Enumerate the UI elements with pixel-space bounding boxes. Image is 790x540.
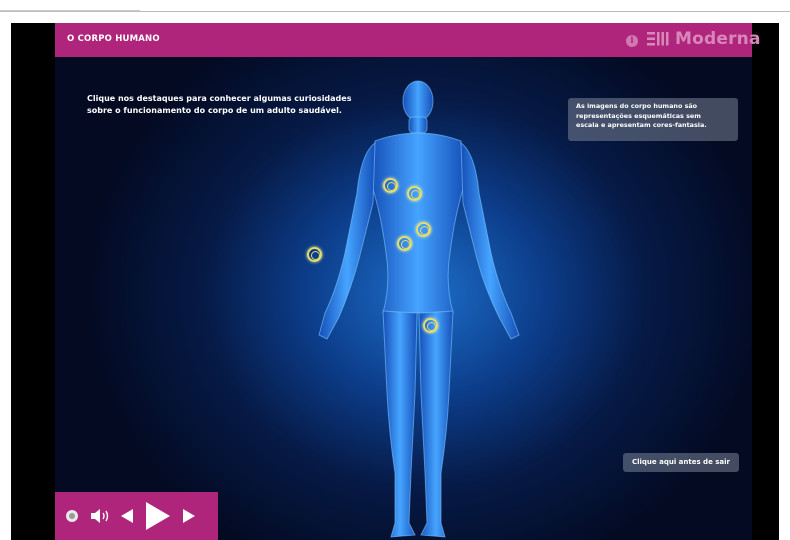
left-letterbox bbox=[11, 23, 55, 540]
disclaimer-line-1: As imagens do corpo humano são bbox=[576, 102, 698, 110]
human-body-figure bbox=[318, 80, 520, 538]
record-icon[interactable] bbox=[65, 509, 79, 523]
brand-name: Moderna bbox=[675, 29, 761, 49]
hotspot-lung[interactable] bbox=[407, 186, 422, 201]
exit-button[interactable]: Clique aqui antes de sair bbox=[623, 453, 739, 472]
next-icon[interactable] bbox=[181, 507, 197, 525]
header-bar: O CORPO HUMANO i Moderna bbox=[55, 23, 760, 57]
hotspot-heart[interactable] bbox=[383, 178, 398, 193]
hotspot-liver[interactable] bbox=[416, 222, 431, 237]
disclaimer-line-3: escala e apresentam cores-fantasia. bbox=[576, 121, 707, 129]
intro-line-2: sobre o funcionamento do corpo de um adu… bbox=[87, 106, 342, 115]
player-controls bbox=[55, 492, 218, 540]
app-stage: O CORPO HUMANO i Moderna Clique nos dest… bbox=[11, 23, 779, 540]
info-icon[interactable]: i bbox=[626, 35, 638, 47]
intro-line-1: Clique nos destaques para conhecer algum… bbox=[87, 94, 352, 103]
hotspot-thigh[interactable] bbox=[423, 318, 438, 333]
moderna-logo-icon bbox=[647, 32, 669, 46]
play-icon[interactable] bbox=[143, 500, 173, 532]
hotspot-stomach[interactable] bbox=[397, 236, 412, 251]
top-divider bbox=[0, 11, 790, 12]
right-letterbox bbox=[752, 23, 779, 540]
brand-logo: Moderna bbox=[647, 29, 761, 49]
audio-icon[interactable] bbox=[89, 507, 111, 525]
app-title: O CORPO HUMANO bbox=[67, 34, 160, 44]
disclaimer-line-2: representações esquemáticas sem bbox=[576, 111, 701, 120]
intro-text: Clique nos destaques para conhecer algum… bbox=[87, 93, 387, 117]
hotspot-arm[interactable] bbox=[307, 247, 322, 262]
disclaimer-box: As imagens do corpo humano são represent… bbox=[568, 98, 738, 141]
previous-icon[interactable] bbox=[119, 507, 135, 525]
